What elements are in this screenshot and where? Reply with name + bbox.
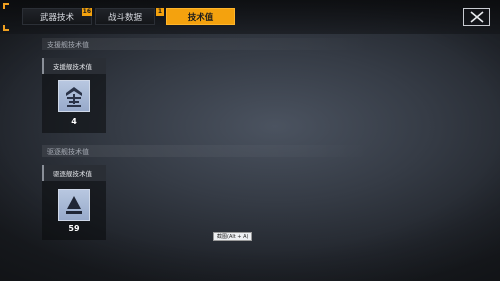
tab-weapon-tech-label: 武器技术	[39, 12, 74, 23]
support-ship-icon	[58, 80, 90, 112]
card-label-destroyer: 驱逐舰技术值	[42, 165, 106, 181]
tab-weapon-tech-badge: 16	[81, 8, 92, 16]
frame-corner-tl	[3, 3, 9, 9]
tech-card-destroyer[interactable]: 驱逐舰技术值 59	[42, 165, 106, 240]
tab-tech-points-label: 技术值	[187, 12, 214, 23]
section-title-destroyer: 驱逐舰技术值	[47, 148, 89, 156]
screenshot-tooltip: 截图(Alt + A)	[213, 232, 253, 241]
tech-card-support[interactable]: 支援舰技术值 4	[42, 58, 106, 133]
close-icon	[469, 11, 484, 23]
section-title-support: 支援舰技术值	[47, 41, 89, 49]
frame-corner-bl	[3, 25, 9, 31]
tab-tech-points[interactable]: 技术值	[166, 8, 235, 25]
tab-battle-data-label: 战斗数据	[107, 12, 142, 23]
section-divider	[42, 38, 372, 50]
support-tech-value: 4	[71, 117, 77, 126]
destroyer-tech-value: 59	[68, 224, 80, 233]
card-label-support: 支援舰技术值	[42, 58, 106, 74]
tab-battle-data-badge: 1	[156, 8, 164, 16]
close-button[interactable]	[463, 8, 490, 26]
section-divider	[42, 145, 372, 157]
tab-battle-data[interactable]: 战斗数据	[95, 8, 155, 25]
tab-weapon-tech[interactable]: 武器技术 16	[22, 8, 92, 25]
destroyer-icon	[58, 189, 90, 221]
